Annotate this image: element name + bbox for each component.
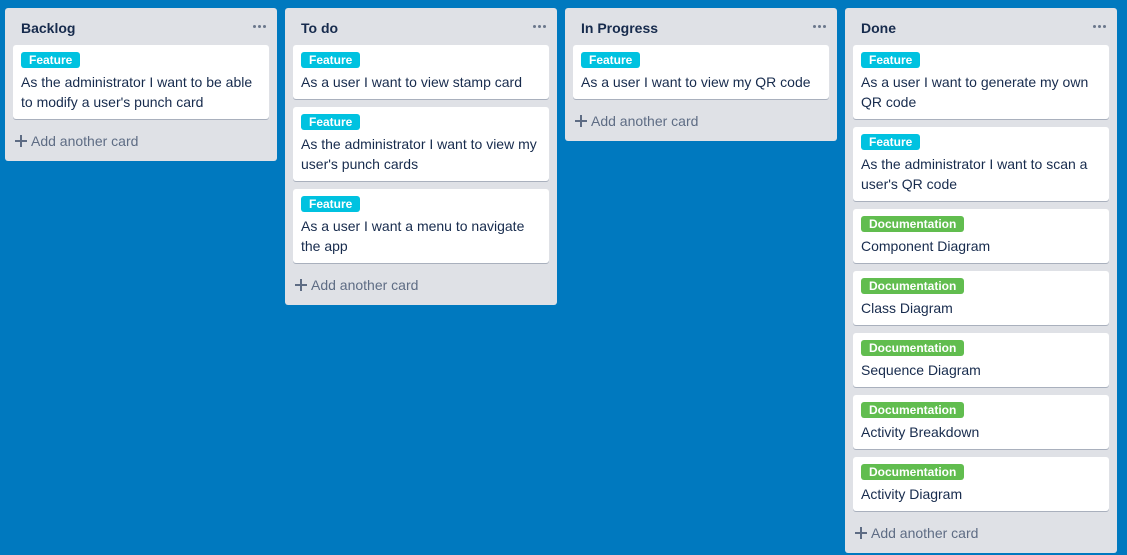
card-title: As the administrator I want to scan a us… [861, 156, 1088, 192]
card[interactable]: Feature As the administrator I want to s… [853, 127, 1109, 201]
card[interactable]: Feature As a user I want to view stamp c… [293, 45, 549, 99]
list-to-do: To do Feature As a user I want to view s… [285, 8, 557, 305]
list-header: Backlog [13, 8, 269, 45]
plus-icon [855, 527, 867, 539]
card-title: As the administrator I want to view my u… [301, 136, 537, 172]
ellipsis-icon[interactable] [805, 13, 833, 41]
card[interactable]: Feature As a user I want to view my QR c… [573, 45, 829, 99]
card[interactable]: Documentation Component Diagram [853, 209, 1109, 263]
card-label: Feature [301, 52, 361, 68]
list-header: To do [293, 8, 549, 45]
card-title: Sequence Diagram [861, 362, 981, 378]
card[interactable]: Feature As the administrator I want to v… [293, 107, 549, 181]
card[interactable]: Feature As a user I want a menu to navig… [293, 189, 549, 263]
card-label: Documentation [861, 464, 965, 480]
card-title: Activity Breakdown [861, 424, 980, 440]
card-label: Documentation [861, 340, 965, 356]
card[interactable]: Documentation Class Diagram [853, 271, 1109, 325]
ellipsis-icon[interactable] [245, 13, 273, 41]
card-label: Feature [301, 114, 361, 130]
card-label: Feature [301, 196, 361, 212]
card-label: Documentation [861, 216, 965, 232]
list-title[interactable]: Done [861, 18, 896, 36]
card-label: Documentation [861, 402, 965, 418]
list-title[interactable]: Backlog [21, 18, 75, 36]
add-card-button[interactable]: Add another card [573, 107, 829, 135]
card-title: As the administrator I want to be able t… [21, 74, 253, 110]
card[interactable]: Documentation Activity Breakdown [853, 395, 1109, 449]
add-card-button[interactable]: Add another card [293, 271, 549, 299]
card-label: Feature [581, 52, 641, 68]
card-title: Activity Diagram [861, 486, 963, 502]
add-card-label: Add another card [591, 113, 699, 129]
card-label: Feature [21, 52, 81, 68]
list-in-progress: In Progress Feature As a user I want to … [565, 8, 837, 141]
list-backlog: Backlog Feature As the administrator I w… [5, 8, 277, 161]
card-title: As a user I want to view stamp card [301, 74, 522, 90]
list-title[interactable]: To do [301, 18, 338, 36]
add-card-label: Add another card [31, 133, 139, 149]
list-header: In Progress [573, 8, 829, 45]
card-title: As a user I want to view my QR code [581, 74, 811, 90]
list-title[interactable]: In Progress [581, 18, 658, 36]
card-title: Component Diagram [861, 238, 991, 254]
ellipsis-icon[interactable] [525, 13, 553, 41]
plus-icon [295, 279, 307, 291]
plus-icon [575, 115, 587, 127]
card[interactable]: Feature As a user I want to generate my … [853, 45, 1109, 119]
plus-icon [15, 135, 27, 147]
card-label: Feature [861, 52, 921, 68]
card-label: Feature [861, 134, 921, 150]
add-card-label: Add another card [311, 277, 419, 293]
card-title: Class Diagram [861, 300, 953, 316]
card[interactable]: Feature As the administrator I want to b… [13, 45, 269, 119]
card-title: As a user I want a menu to navigate the … [301, 218, 525, 254]
add-card-button[interactable]: Add another card [13, 127, 269, 155]
add-card-label: Add another card [871, 525, 979, 541]
list-done: Done Feature As a user I want to generat… [845, 8, 1117, 553]
card[interactable]: Documentation Sequence Diagram [853, 333, 1109, 387]
list-header: Done [853, 8, 1109, 45]
card-title: As a user I want to generate my own QR c… [861, 74, 1089, 110]
card[interactable]: Documentation Activity Diagram [853, 457, 1109, 511]
add-card-button[interactable]: Add another card [853, 519, 1109, 547]
board: Backlog Feature As the administrator I w… [0, 0, 1127, 555]
ellipsis-icon[interactable] [1085, 13, 1113, 41]
card-label: Documentation [861, 278, 965, 294]
